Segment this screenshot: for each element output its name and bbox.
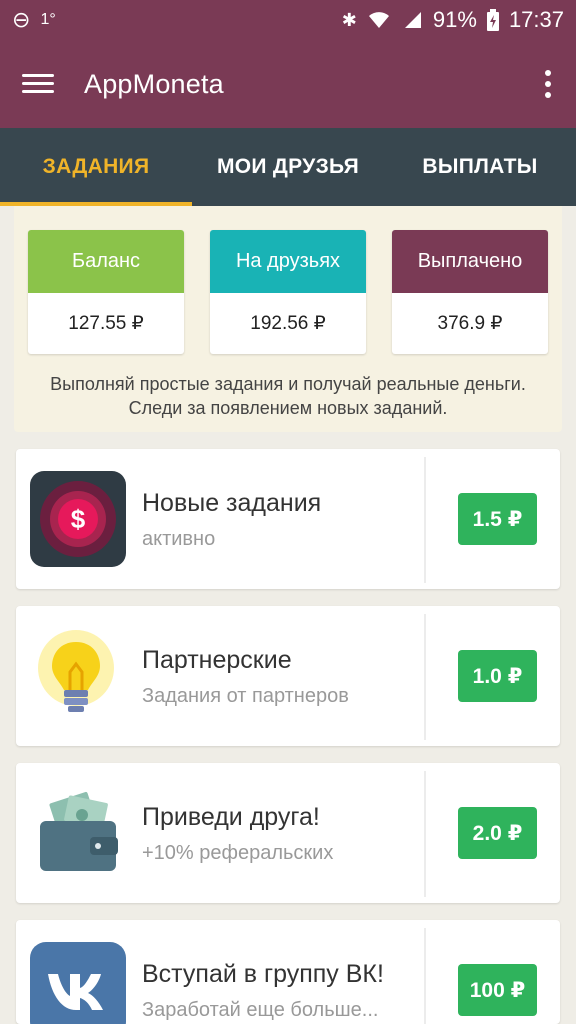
list-item-invite-friend[interactable]: Приведи друга! +10% реферальских 2.0 ₽ bbox=[16, 763, 560, 903]
divider bbox=[424, 771, 426, 897]
tab-payouts[interactable]: ВЫПЛАТЫ bbox=[384, 128, 576, 206]
list-item-join-vk[interactable]: Вступай в группу ВК! Заработай еще больш… bbox=[16, 920, 560, 1024]
friends-value: 192.56 ₽ bbox=[250, 313, 326, 334]
signal-icon bbox=[404, 12, 421, 28]
price-button[interactable]: 1.5 ₽ bbox=[458, 493, 537, 545]
price-button[interactable]: 100 ₽ bbox=[458, 964, 537, 1016]
list-item-new-tasks[interactable]: $ Новые задания активно 1.5 ₽ bbox=[16, 449, 560, 589]
notification-indicator: 1° bbox=[40, 11, 56, 28]
item-title: Новые задания bbox=[142, 489, 322, 517]
app-title: AppMoneta bbox=[84, 68, 224, 99]
price-button[interactable]: 1.0 ₽ bbox=[458, 650, 537, 702]
item-subtitle: Заработай еще больше... bbox=[142, 999, 379, 1021]
item-title: Приведи друга! bbox=[142, 803, 320, 831]
friends-card: На друзьях 192.56 ₽ bbox=[210, 230, 366, 354]
battery-percent: 91% bbox=[432, 7, 477, 32]
summary-panel: Баланс 127.55 ₽ На друзьях 192.56 ₽ Выпл… bbox=[14, 206, 562, 432]
paid-value: 376.9 ₽ bbox=[437, 313, 503, 334]
friends-label: На друзьях bbox=[210, 230, 366, 293]
lightbulb-icon bbox=[30, 628, 126, 724]
battery-icon bbox=[486, 9, 499, 31]
balance-card: Баланс 127.55 ₽ bbox=[28, 230, 184, 354]
clock: 17:37 bbox=[508, 7, 564, 32]
app-bar: AppMoneta bbox=[0, 40, 576, 128]
menu-icon[interactable] bbox=[22, 72, 54, 96]
dollar-coin-icon: $ bbox=[30, 471, 126, 567]
tab-bar: ЗАДАНИЯ МОИ ДРУЗЬЯ ВЫПЛАТЫ bbox=[0, 128, 576, 206]
list-item-partners[interactable]: Партнерские Задания от партнеров 1.0 ₽ bbox=[16, 606, 560, 746]
item-subtitle: Задания от партнеров bbox=[142, 685, 349, 707]
divider bbox=[424, 457, 426, 583]
tab-tasks[interactable]: ЗАДАНИЯ bbox=[0, 128, 192, 206]
bluetooth-icon: ✱ bbox=[341, 9, 357, 30]
wallet-icon bbox=[30, 785, 126, 881]
item-title: Партнерские bbox=[142, 646, 292, 674]
balance-label: Баланс bbox=[28, 230, 184, 293]
balance-value: 127.55 ₽ bbox=[68, 313, 144, 334]
tab-my-friends[interactable]: МОИ ДРУЗЬЯ bbox=[192, 128, 384, 206]
more-options-icon[interactable] bbox=[542, 70, 554, 98]
price-button[interactable]: 2.0 ₽ bbox=[458, 807, 537, 859]
item-title: Вступай в группу ВК! bbox=[142, 960, 384, 988]
item-subtitle: +10% реферальских bbox=[142, 842, 334, 864]
paid-label: Выплачено bbox=[392, 230, 548, 293]
status-bar: ⊖ 1° ✱ 91% 17:37 bbox=[0, 0, 576, 40]
divider bbox=[424, 614, 426, 740]
wifi-icon bbox=[368, 12, 389, 28]
vk-icon bbox=[30, 942, 126, 1024]
item-subtitle: активно bbox=[142, 528, 216, 550]
divider bbox=[424, 928, 426, 1024]
summary-description: Выполняй простые задания и получай реаль… bbox=[50, 374, 526, 418]
paid-card: Выплачено 376.9 ₽ bbox=[392, 230, 548, 354]
do-not-disturb-icon: ⊖ bbox=[12, 7, 31, 32]
svg-text:$: $ bbox=[71, 504, 86, 534]
